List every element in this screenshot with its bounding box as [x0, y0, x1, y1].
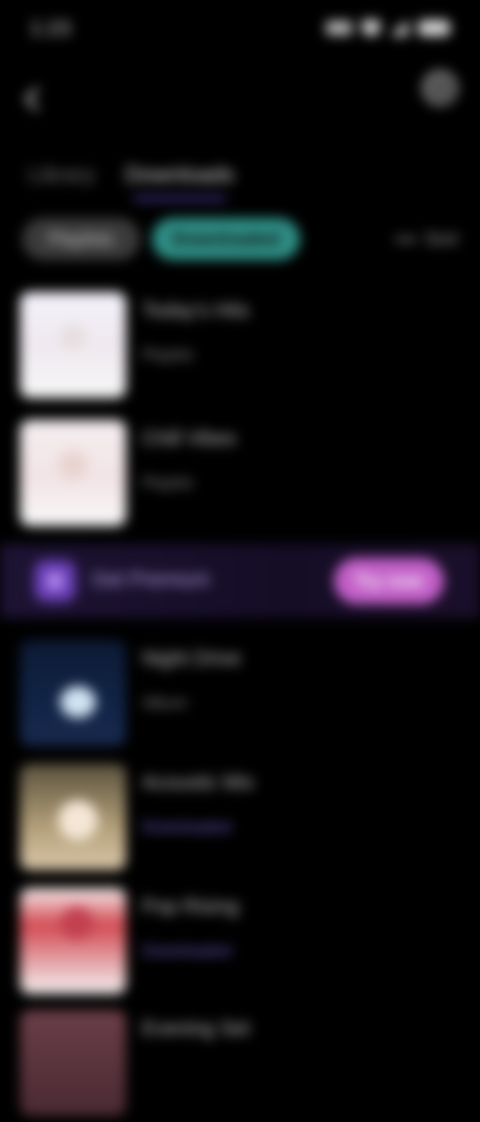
- item-artwork: [20, 640, 126, 746]
- promo-banner[interactable]: Get Premium Try now: [0, 544, 480, 618]
- list-item[interactable]: Chill Vibes Playlist: [0, 414, 480, 532]
- list-item[interactable]: Evening Set: [0, 1004, 480, 1122]
- back-arrow-icon[interactable]: [18, 84, 48, 114]
- premium-icon: [34, 560, 76, 602]
- item-subtitle: Downloaded: [142, 943, 231, 960]
- item-title: Today's Hits: [142, 300, 250, 322]
- search-icon[interactable]: [422, 70, 458, 106]
- filter-chip-downloaded[interactable]: Downloaded: [152, 218, 300, 260]
- item-subtitle: Playlist: [142, 475, 193, 492]
- item-artwork: [20, 888, 126, 994]
- tab-downloads[interactable]: Downloads: [125, 156, 234, 200]
- promo-cta-button[interactable]: Try now: [334, 558, 444, 604]
- tab-library[interactable]: Library: [28, 156, 95, 194]
- promo-text: Get Premium: [92, 569, 210, 591]
- sort-button[interactable]: Sort: [392, 218, 458, 260]
- battery-icon: [418, 20, 450, 36]
- item-subtitle: Downloaded: [142, 819, 231, 836]
- network-icon: [326, 21, 352, 35]
- tab-bar: Library Downloads: [0, 150, 480, 200]
- item-artwork: [20, 764, 126, 870]
- item-title: Acoustic Mix: [142, 772, 255, 794]
- item-subtitle: Album: [142, 695, 188, 712]
- signal-icon: [390, 20, 408, 36]
- item-title: Chill Vibes: [142, 428, 237, 450]
- status-icons: [326, 20, 450, 36]
- top-bar: [0, 70, 480, 130]
- item-subtitle: Playlist: [142, 347, 193, 364]
- list-item[interactable]: Today's Hits Playlist: [0, 286, 480, 404]
- filter-row: Playlists Downloaded Sort: [0, 218, 480, 268]
- wifi-icon: [362, 20, 380, 36]
- filter-chip-playlists[interactable]: Playlists: [22, 218, 140, 260]
- item-artwork: [20, 1010, 126, 1116]
- status-bar: 1:23: [0, 0, 480, 56]
- item-title: Night Drive: [142, 648, 241, 670]
- status-time: 1:23: [30, 18, 71, 40]
- item-title: Evening Set: [142, 1018, 250, 1040]
- item-title: Pop Rising: [142, 896, 239, 918]
- list-item[interactable]: Pop Rising Downloaded: [0, 882, 480, 1000]
- list-item[interactable]: Night Drive Album: [0, 634, 480, 752]
- list-item[interactable]: Acoustic Mix Downloaded: [0, 758, 480, 876]
- item-artwork: [20, 292, 126, 398]
- item-artwork: [20, 420, 126, 526]
